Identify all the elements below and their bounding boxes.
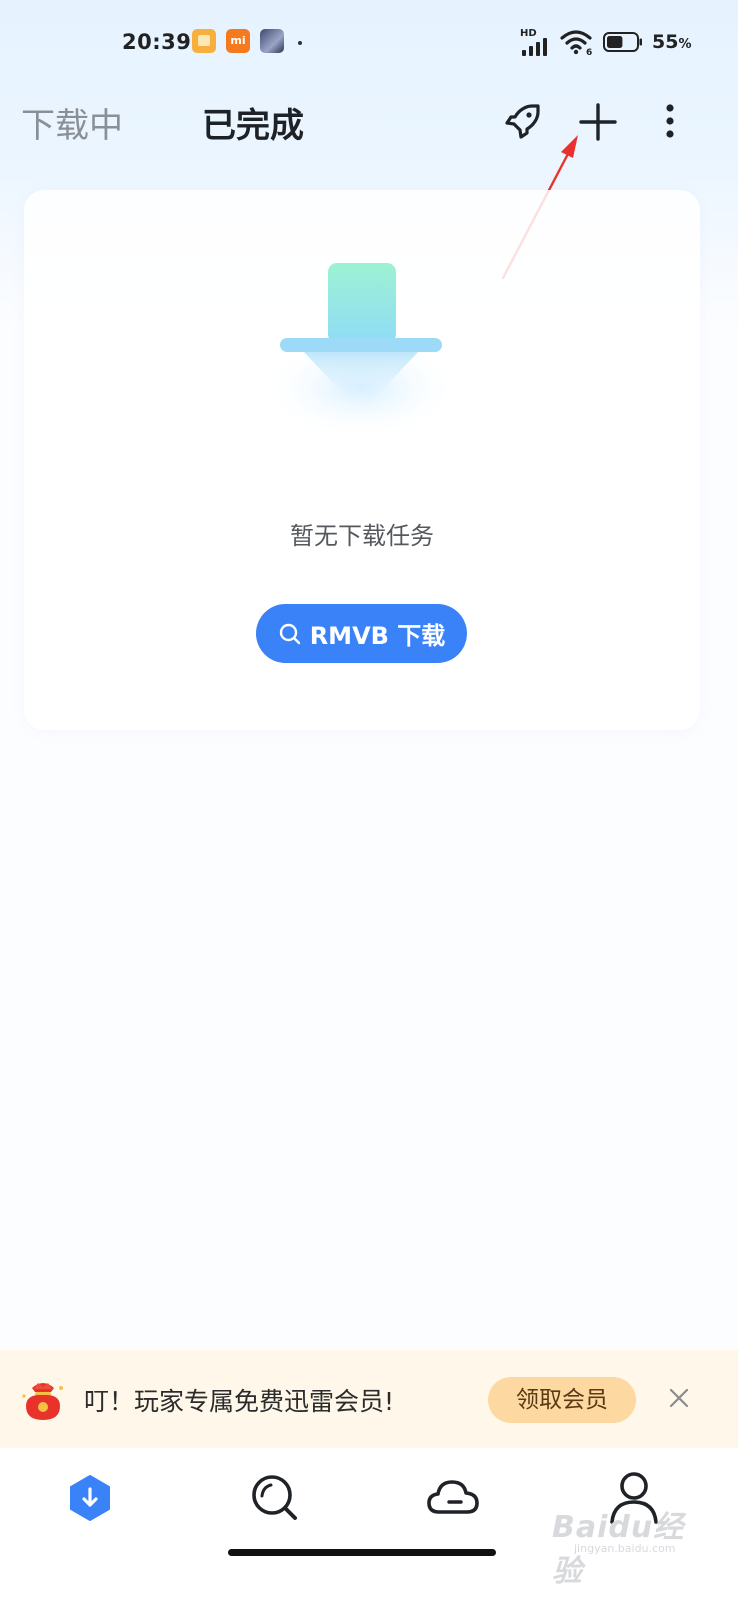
promo-banner[interactable]: 叮！玩家专属免费迅雷会员! 领取会员 — [0, 1350, 738, 1448]
promo-text: 叮！玩家专属免费迅雷会员! — [84, 1387, 395, 1416]
status-bar: 20:39 mi HD 6 55% — [0, 20, 738, 66]
signal-icon — [522, 38, 547, 56]
tab-downloading[interactable]: 下载中 — [21, 98, 123, 147]
battery-percent: 55% — [652, 31, 692, 53]
home-indicator[interactable] — [228, 1549, 496, 1556]
empty-state-card: 暂无下载任务 RMVB 下载 — [24, 190, 700, 730]
download-icon[interactable] — [60, 1468, 120, 1528]
search-button-label: RMVB 下载 — [309, 622, 446, 650]
discover-icon[interactable] — [245, 1468, 305, 1528]
mi-notification-icon: mi — [226, 29, 250, 53]
more-notifications-dot — [298, 41, 302, 45]
notes-notification-icon — [192, 29, 216, 53]
more-options-icon[interactable] — [660, 102, 680, 142]
empty-download-illustration — [261, 263, 461, 440]
search-icon — [279, 623, 300, 644]
close-icon[interactable] — [667, 1386, 691, 1410]
claim-membership-button[interactable]: 领取会员 — [488, 1377, 636, 1423]
empty-state-message: 暂无下载任务 — [290, 522, 434, 550]
baidu-watermark: Baidu经验 jingyan.baidu.com — [552, 1502, 702, 1589]
lucky-bag-icon — [22, 1383, 63, 1420]
battery-icon — [603, 32, 642, 52]
game-notification-icon — [260, 29, 284, 53]
cloud-icon[interactable] — [423, 1468, 483, 1528]
wifi-icon: 6 — [560, 30, 592, 56]
tab-completed[interactable]: 已完成 — [202, 98, 304, 147]
watermark-sub: jingyan.baidu.com — [574, 1542, 676, 1555]
status-time: 20:39 — [122, 30, 192, 54]
wifi-label: 6 — [586, 48, 592, 56]
search-rmvb-button[interactable]: RMVB 下载 — [256, 604, 467, 663]
